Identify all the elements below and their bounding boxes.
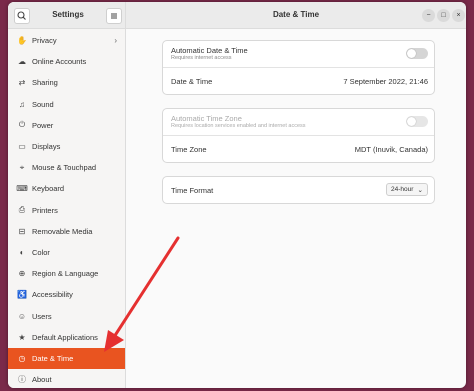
printer-icon: ⎙ (18, 205, 26, 215)
accessibility-icon: ♿ (17, 290, 27, 300)
sidebar-item-online-accounts[interactable]: ☁ Online Accounts (8, 51, 125, 72)
sidebar-item-label: Privacy (32, 36, 57, 46)
sidebar-item-label: Printers (32, 205, 58, 215)
auto-datetime-sub: Requires internet access (171, 55, 232, 61)
sidebar-item-privacy[interactable]: ✋ Privacy › (8, 30, 125, 51)
sidebar-item-label: Date & Time (32, 353, 74, 363)
chevron-down-icon: ⌄ (417, 186, 423, 194)
sidebar-item-label: Power (32, 120, 54, 130)
auto-datetime-label: Automatic Date & Time (171, 46, 248, 55)
sidebar: Settings ✋ Privacy › ☁ Online Accounts ⇄ Shari… (8, 2, 126, 388)
auto-timezone-sub: Requires location services enabled and i… (171, 123, 306, 129)
sidebar-item-label: Sound (32, 99, 54, 109)
hand-icon: ✋ (17, 36, 27, 46)
sidebar-item-power[interactable]: ⏻ Power (8, 115, 125, 136)
sidebar-item-users[interactable]: ☺ Users (8, 305, 125, 326)
time-format-card: Time Format 24-hour ⌄ (162, 176, 435, 204)
globe-icon: ⊕ (18, 269, 26, 279)
sidebar-list: ✋ Privacy › ☁ Online Accounts ⇄ Sharing ♫ Sound ⏻… (8, 30, 125, 388)
auto-timezone-row: Automatic Time Zone Requires location se… (163, 109, 434, 136)
info-icon: ⓘ (18, 375, 26, 385)
close-button[interactable]: × (452, 9, 465, 22)
main-header: Date & Time − □ × (126, 2, 466, 29)
sidebar-item-label: Mouse & Touchpad (32, 163, 97, 173)
sidebar-item-about[interactable]: ⓘ About (8, 369, 125, 388)
close-icon: × (456, 12, 461, 19)
sidebar-item-label: Displays (32, 142, 61, 152)
sidebar-item-label: Keyboard (32, 184, 65, 194)
maximize-icon: □ (441, 12, 446, 19)
datetime-label: Date & Time (171, 77, 213, 86)
mouse-icon: ⌖ (19, 162, 25, 172)
palette-icon: ◐ (19, 247, 25, 257)
hamburger-icon (111, 13, 117, 19)
monitor-icon: ▭ (18, 142, 26, 152)
datetime-card: Automatic Date & Time Requires internet … (162, 40, 435, 95)
minimize-button[interactable]: − (422, 9, 435, 22)
user-icon: ☺ (17, 311, 27, 321)
sidebar-item-label: Removable Media (32, 226, 93, 236)
sidebar-item-region-language[interactable]: ⊕ Region & Language (8, 263, 125, 284)
sidebar-title: Settings (52, 10, 84, 19)
settings-window: Settings ✋ Privacy › ☁ Online Accounts ⇄ Shari… (8, 2, 466, 388)
auto-datetime-row[interactable]: Automatic Date & Time Requires internet … (163, 41, 434, 68)
keyboard-icon: ⌨ (16, 184, 28, 194)
auto-timezone-switch (406, 116, 428, 127)
chevron-right-icon: › (114, 36, 117, 45)
sidebar-item-sound[interactable]: ♫ Sound (8, 94, 125, 115)
search-button[interactable] (14, 8, 30, 24)
cloud-icon: ☁ (18, 57, 26, 67)
sidebar-item-mouse-touchpad[interactable]: ⌖ Mouse & Touchpad (8, 157, 125, 178)
sidebar-item-displays[interactable]: ▭ Displays (8, 136, 125, 157)
sidebar-item-label: Region & Language (32, 269, 99, 279)
sidebar-item-label: About (32, 375, 52, 385)
sidebar-item-label: Online Accounts (32, 57, 87, 67)
sidebar-item-date-time[interactable]: ◷ Date & Time (8, 347, 125, 369)
timezone-label: Time Zone (171, 145, 207, 154)
page-title: Date & Time (272, 10, 320, 19)
music-note-icon: ♫ (19, 99, 25, 109)
timezone-card: Automatic Time Zone Requires location se… (162, 108, 435, 163)
time-format-label: Time Format (171, 186, 214, 195)
sidebar-header: Settings (8, 2, 125, 29)
sidebar-item-keyboard[interactable]: ⌨ Keyboard (8, 178, 125, 199)
clock-icon: ◷ (18, 353, 26, 363)
share-icon: ⇄ (18, 78, 26, 88)
sidebar-item-label: Sharing (32, 78, 58, 88)
sidebar-item-label: Color (32, 247, 50, 257)
main-panel: Date & Time − □ × Automatic Date & Time … (126, 2, 466, 388)
time-format-dropdown[interactable]: 24-hour ⌄ (386, 183, 428, 196)
media-icon: ⊟ (18, 226, 26, 236)
menu-button[interactable] (106, 8, 122, 24)
datetime-value: 7 September 2022, 21:46 (343, 77, 428, 86)
sidebar-item-removable-media[interactable]: ⊟ Removable Media (8, 221, 125, 242)
sidebar-item-label: Users (32, 311, 52, 321)
sidebar-item-default-applications[interactable]: ★ Default Applications (8, 327, 125, 348)
maximize-button[interactable]: □ (437, 9, 450, 22)
auto-datetime-switch[interactable] (406, 48, 428, 59)
timezone-value: MDT (Inuvik, Canada) (354, 145, 428, 154)
time-format-value: 24-hour (391, 186, 414, 193)
time-format-row: Time Format 24-hour ⌄ (163, 177, 434, 203)
datetime-row[interactable]: Date & Time 7 September 2022, 21:46 (163, 68, 434, 94)
sidebar-item-printers[interactable]: ⎙ Printers (8, 200, 125, 221)
sidebar-item-color[interactable]: ◐ Color (8, 242, 125, 263)
search-icon (17, 11, 26, 20)
sidebar-item-label: Accessibility (32, 290, 73, 300)
power-icon: ⏻ (18, 120, 26, 130)
sidebar-item-sharing[interactable]: ⇄ Sharing (8, 72, 125, 93)
sidebar-item-label: Default Applications (32, 332, 98, 342)
sidebar-item-accessibility[interactable]: ♿ Accessibility (8, 284, 125, 305)
auto-timezone-label: Automatic Time Zone (171, 114, 242, 123)
minimize-icon: − (426, 12, 431, 19)
star-icon: ★ (18, 332, 26, 342)
timezone-row[interactable]: Time Zone MDT (Inuvik, Canada) (163, 136, 434, 162)
